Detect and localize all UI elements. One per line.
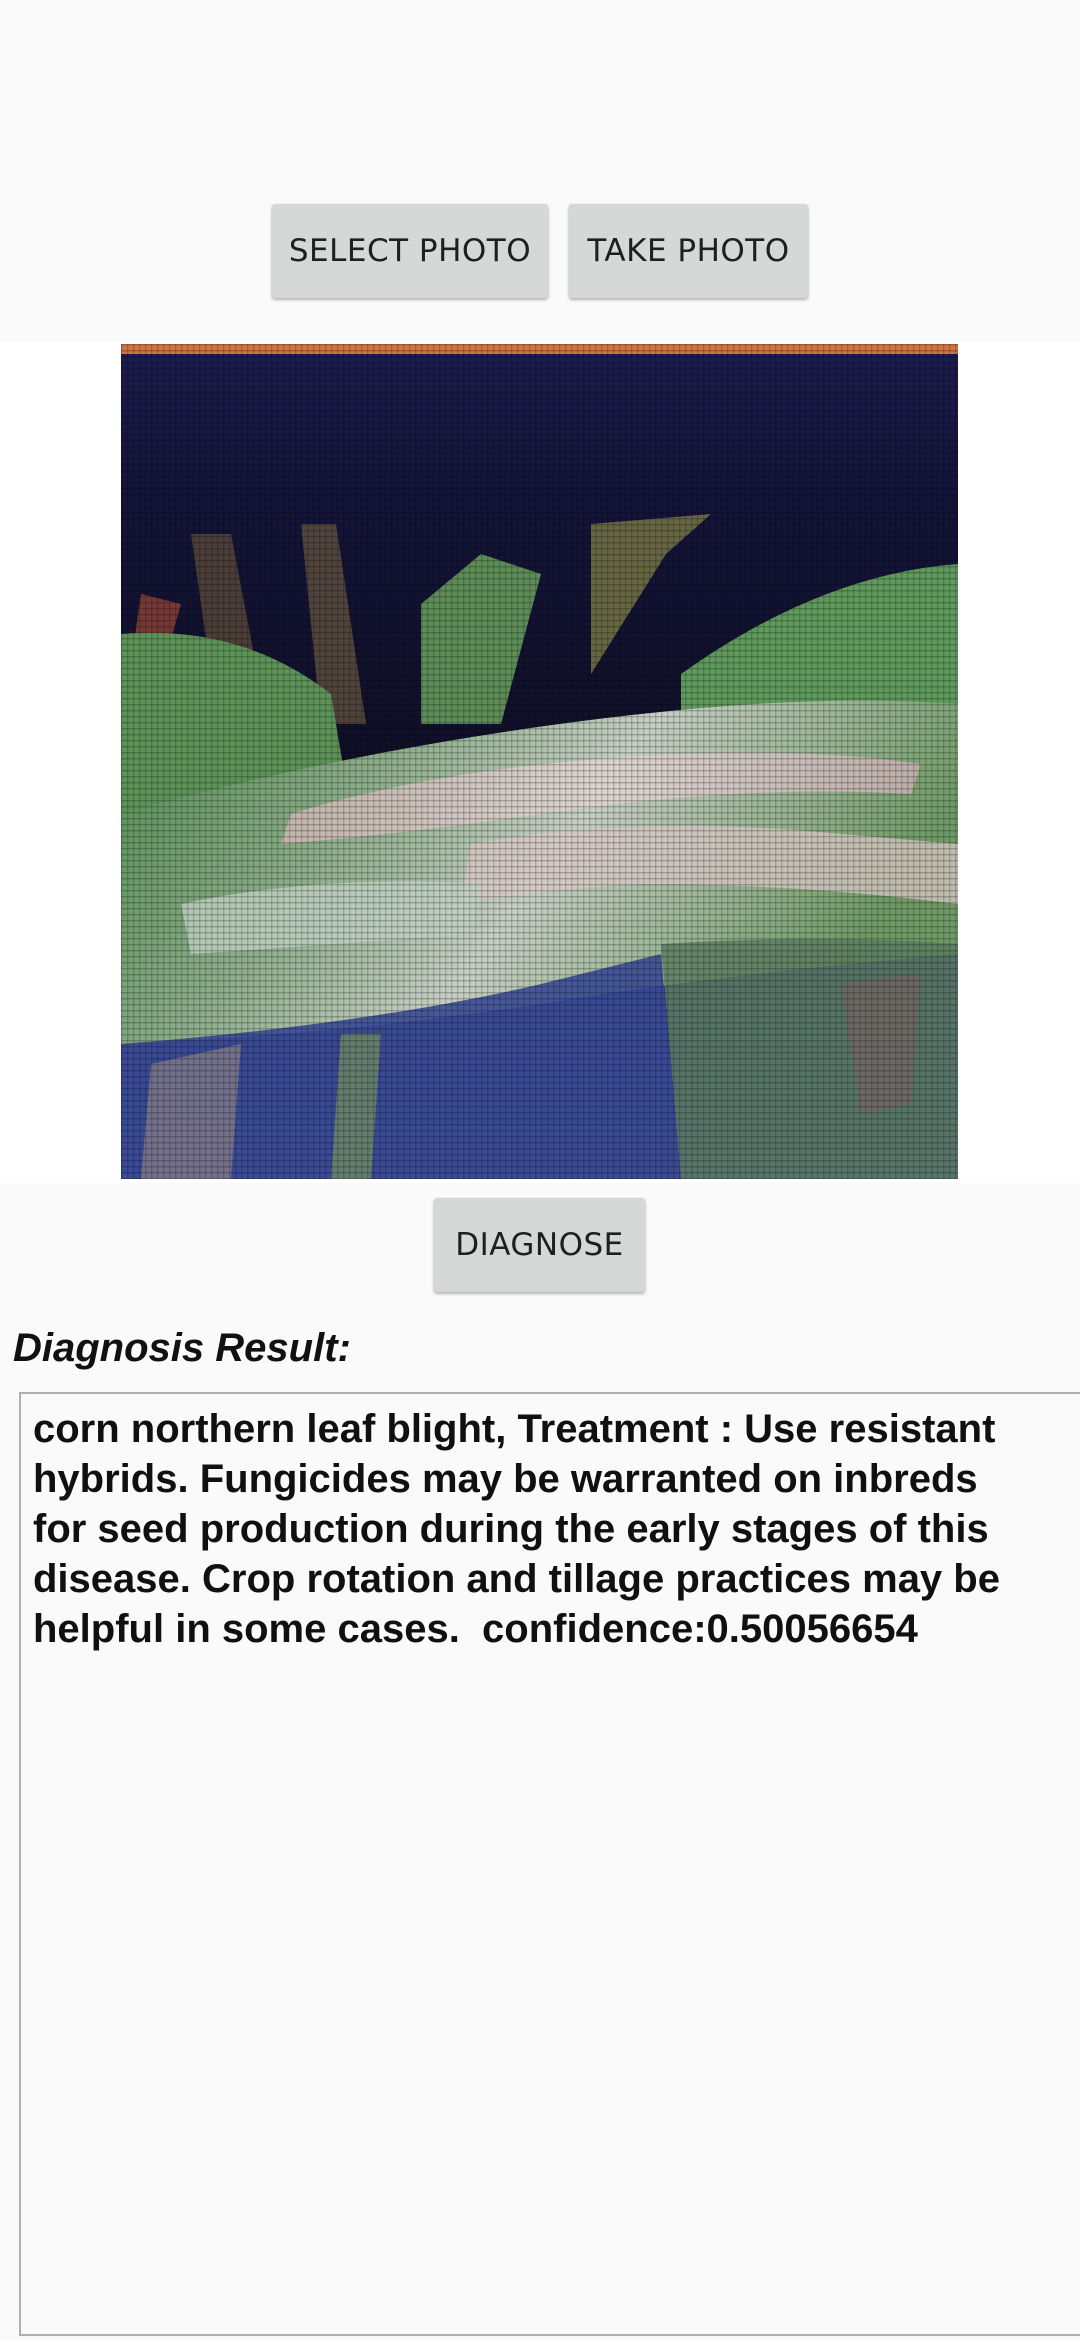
- diagnosis-result-textbox[interactable]: corn northern leaf blight, Treatment : U…: [19, 1392, 1080, 2336]
- diagnosis-result-text: corn northern leaf blight, Treatment : U…: [33, 1407, 1012, 1651]
- leaf-photo: [121, 344, 958, 1179]
- diagnosis-result-heading: Diagnosis Result:: [13, 1326, 351, 1370]
- take-photo-button[interactable]: TAKE PHOTO: [569, 204, 808, 298]
- select-photo-button[interactable]: SELECT PHOTO: [272, 204, 548, 298]
- diagnose-button[interactable]: DIAGNOSE: [434, 1198, 645, 1292]
